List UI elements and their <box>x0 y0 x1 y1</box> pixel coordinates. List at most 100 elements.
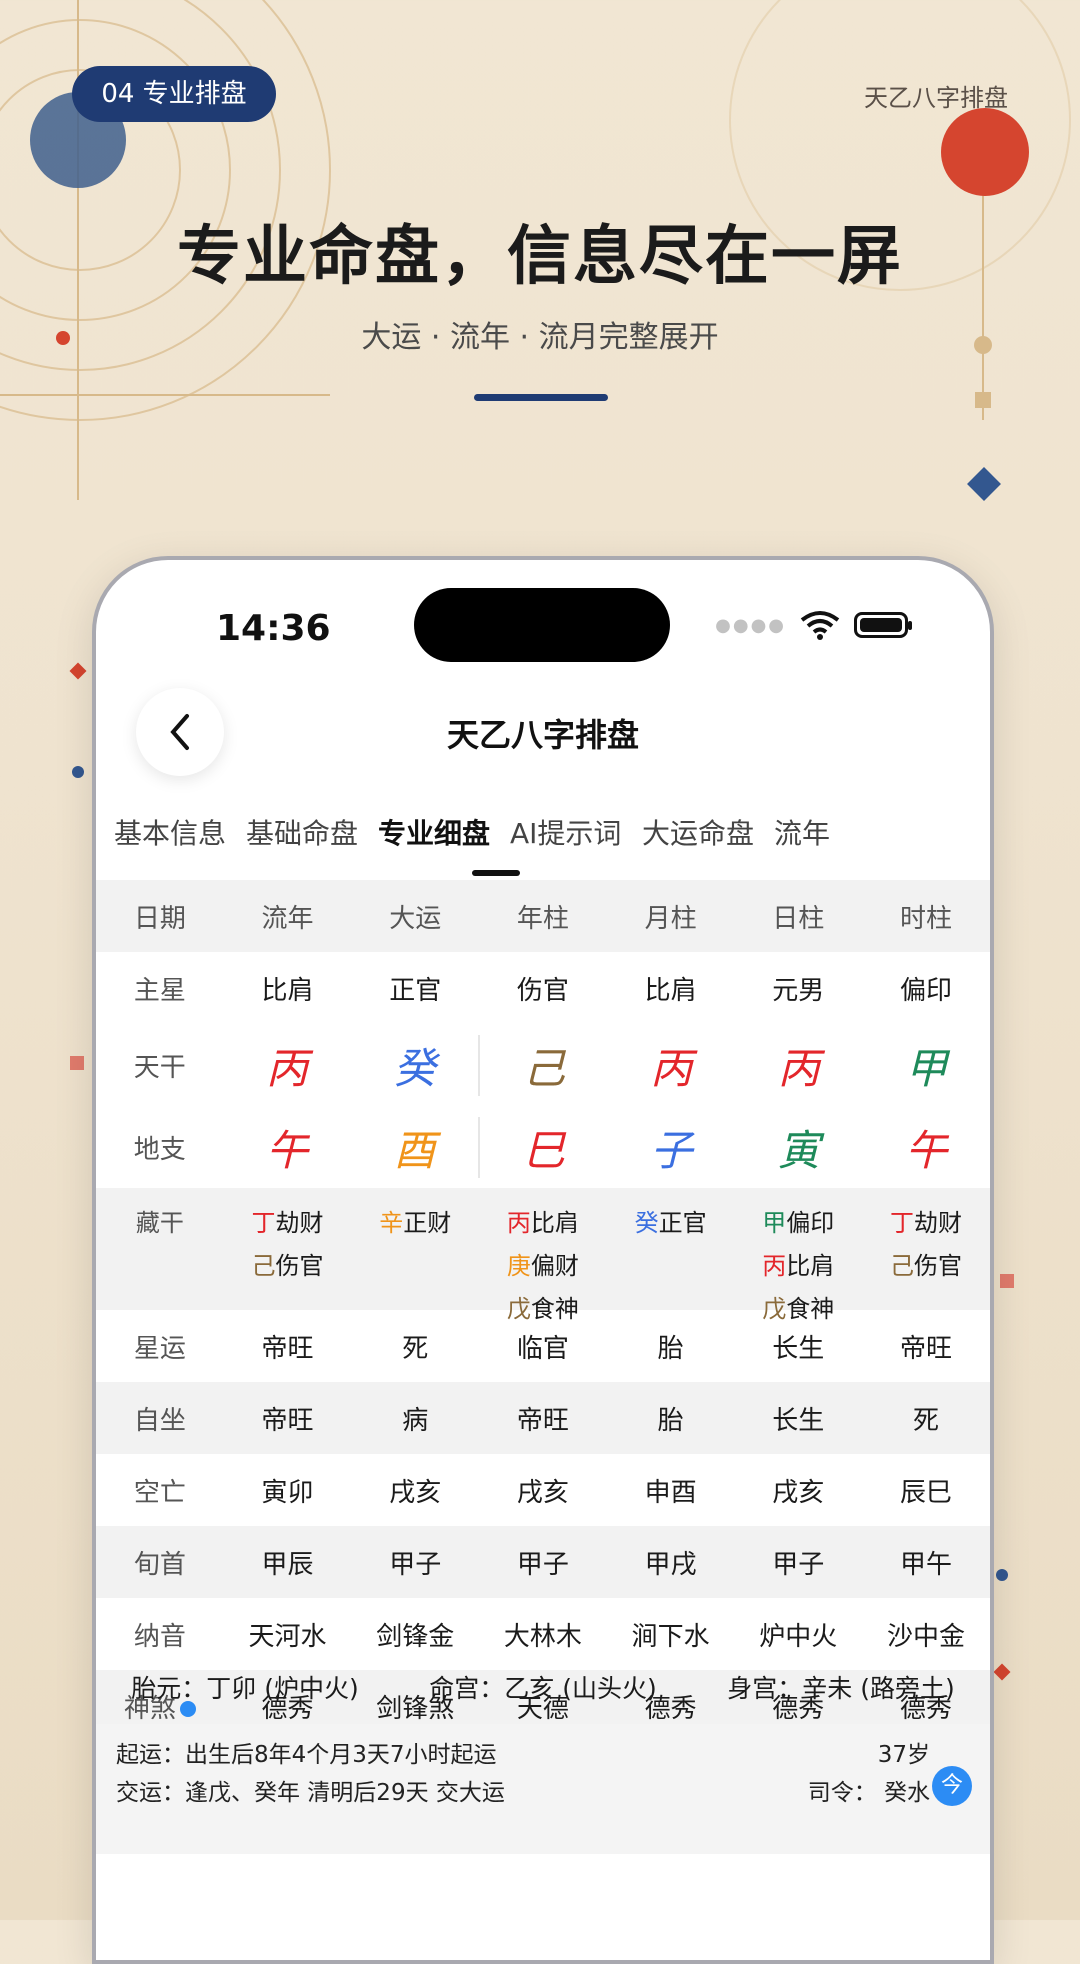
canggan-gan: 丙 <box>762 1252 787 1280</box>
table-cell: 比肩 <box>644 975 697 1006</box>
table-cell: 甲辰 <box>261 1549 314 1580</box>
row-label: 自坐 <box>133 1405 186 1436</box>
header-cell: 时柱 <box>899 903 952 934</box>
canggan-god: 偏财 <box>530 1252 579 1280</box>
header-cell: 月柱 <box>644 903 697 934</box>
tiangan-cell: 癸 <box>393 1043 436 1093</box>
canggan-item: 丁劫财 <box>862 1202 990 1245</box>
canggan-gan: 癸 <box>634 1209 659 1237</box>
status-icons: ●●●● <box>715 610 912 640</box>
jiaoyun-text: 交运：逢戊、癸年 清明后29天 交大运 <box>116 1780 505 1806</box>
header-cell: 大运 <box>389 903 442 934</box>
canggan-cell: 甲偏印丙比肩戊食神 <box>734 1202 862 1331</box>
phone-frame: 14:36 ●●●● 天乙八字排盘 基本信息 基础命盘 专业细盘 AI提示词 大… <box>92 556 994 1964</box>
yun-info-panel: 起运：出生后8年4个月3天7小时起运 交运：逢戊、癸年 清明后29天 交大运 3… <box>96 1724 990 1854</box>
tab-liunian[interactable]: 流年 <box>774 812 830 852</box>
canggan-gan: 戊 <box>506 1295 531 1323</box>
row-label: 主星 <box>133 975 186 1006</box>
battery-icon <box>854 612 912 638</box>
table-cell: 甲子 <box>772 1549 825 1580</box>
dizhi-cell: 酉 <box>393 1125 436 1175</box>
canggan-god: 食神 <box>530 1295 579 1323</box>
table-cell: 胎 <box>657 1405 684 1436</box>
table-cell: 甲午 <box>899 1549 952 1580</box>
table-cell: 戌亥 <box>389 1477 442 1508</box>
table-cell: 帝旺 <box>899 1333 952 1364</box>
table-cell: 比肩 <box>261 975 314 1006</box>
canggan-gan: 丁 <box>889 1209 914 1237</box>
tab-dayun-chart[interactable]: 大运命盘 <box>642 812 754 852</box>
table-cell: 元男 <box>772 975 825 1006</box>
table-cell: 胎 <box>657 1333 684 1364</box>
table-cell: 甲子 <box>516 1549 569 1580</box>
canggan-item: 戊食神 <box>734 1288 862 1331</box>
row-label: 纳音 <box>133 1621 186 1652</box>
canggan-cell: 丁劫财己伤官 <box>862 1202 990 1288</box>
canggan-gan: 丙 <box>506 1209 531 1237</box>
table-cell: 长生 <box>772 1333 825 1364</box>
tiangan-cell: 丙 <box>650 1043 693 1093</box>
row-label: 藏干 <box>135 1209 184 1237</box>
tiangan-cell: 己 <box>478 1034 607 1096</box>
tab-pro-detail[interactable]: 专业细盘 <box>378 812 490 852</box>
dizhi-cell: 巳 <box>478 1116 607 1178</box>
canggan-god: 食神 <box>786 1295 835 1323</box>
canggan-god: 偏印 <box>786 1209 835 1237</box>
brand-label: 天乙八字排盘 <box>864 84 1008 112</box>
table-cell: 寅卯 <box>261 1477 314 1508</box>
canggan-god: 伤官 <box>913 1252 962 1280</box>
tab-basic-info[interactable]: 基本信息 <box>114 812 226 852</box>
table-cell: 辰巳 <box>899 1477 952 1508</box>
canggan-god: 比肩 <box>786 1252 835 1280</box>
canggan-item: 辛正财 <box>351 1202 479 1245</box>
header-cell: 日柱 <box>772 903 825 934</box>
table-cell: 炉中火 <box>759 1621 838 1652</box>
signal-dots-icon: ●●●● <box>715 614 786 636</box>
canggan-item: 甲偏印 <box>734 1202 862 1245</box>
row-canggan: 藏干 丁劫财 己伤官 辛正财 丙比肩 庚偏财 戊食神 癸正官 甲偏印 丙比肩 戊食神 丁劫… <box>96 1188 990 1323</box>
canggan-gan: 己 <box>889 1252 914 1280</box>
nav-title: 天乙八字排盘 <box>446 716 639 754</box>
canggan-item: 癸正官 <box>607 1202 735 1245</box>
today-button[interactable]: 今 <box>932 1766 972 1806</box>
canggan-item: 己伤官 <box>224 1245 352 1288</box>
table-cell: 戌亥 <box>516 1477 569 1508</box>
canggan-gan: 丁 <box>251 1209 276 1237</box>
table-cell: 申酉 <box>644 1477 697 1508</box>
canggan-gan: 己 <box>251 1252 276 1280</box>
row-tiangan: 天干 丙 癸 己 丙 丙 甲 <box>96 1024 990 1106</box>
canggan-gan: 甲 <box>762 1209 787 1237</box>
canggan-gan: 辛 <box>379 1209 404 1237</box>
bazi-table: 日期 流年 大运 年柱 月柱 日柱 时柱 主星 比肩 正官 伤官 比肩 元男 偏… <box>96 880 990 1742</box>
shengong-text: 身宫：辛未 (路旁土) <box>727 1674 955 1703</box>
canggan-cell: 丁劫财己伤官 <box>224 1202 352 1288</box>
row-label: 天干 <box>133 1052 186 1083</box>
section-badge: 04 专业排盘 <box>72 66 276 122</box>
table-cell: 沙中金 <box>886 1621 965 1652</box>
row-label: 地支 <box>133 1134 186 1165</box>
qiyun-text: 起运：出生后8年4个月3天7小时起运 <box>116 1742 497 1768</box>
active-tab-indicator <box>472 870 520 876</box>
tiangan-cell: 丙 <box>777 1043 820 1093</box>
canggan-god: 正财 <box>403 1209 452 1237</box>
table-cell: 病 <box>402 1405 429 1436</box>
table-row: 旬首 甲辰 甲子 甲子 甲戌 甲子 甲午 <box>96 1526 990 1598</box>
table-cell: 天河水 <box>248 1621 327 1652</box>
canggan-item: 庚偏财 <box>479 1245 607 1288</box>
dizhi-cell: 午 <box>905 1125 948 1175</box>
table-cell: 帝旺 <box>261 1333 314 1364</box>
table-cell: 剑锋金 <box>376 1621 455 1652</box>
table-cell: 死 <box>402 1333 429 1364</box>
table-cell: 伤官 <box>516 975 569 1006</box>
canggan-god: 劫财 <box>275 1209 324 1237</box>
table-cell: 正官 <box>389 975 442 1006</box>
siling-text: 司令： 癸水 <box>807 1780 930 1806</box>
dizhi-cell: 午 <box>266 1125 309 1175</box>
table-cell: 长生 <box>772 1405 825 1436</box>
tiangan-cell: 甲 <box>905 1043 948 1093</box>
age-text: 37岁 <box>877 1742 930 1768</box>
tab-bar: 基本信息 基础命盘 专业细盘 AI提示词 大运命盘 流年 <box>96 812 990 862</box>
tab-basic-chart[interactable]: 基础命盘 <box>246 812 358 852</box>
canggan-god: 伤官 <box>275 1252 324 1280</box>
tab-ai-prompt[interactable]: AI提示词 <box>510 812 621 852</box>
